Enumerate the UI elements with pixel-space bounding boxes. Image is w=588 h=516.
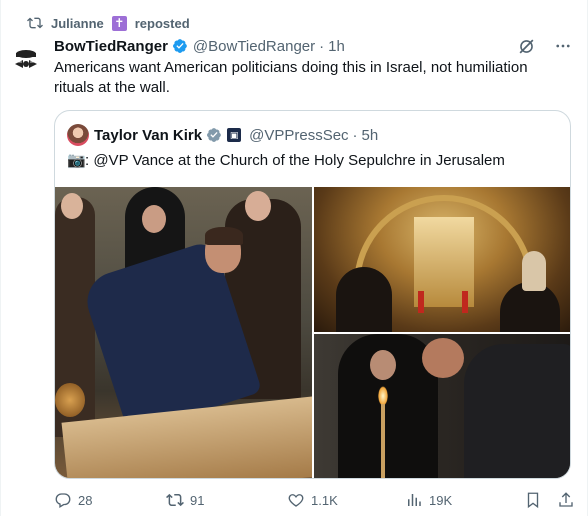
repost-button[interactable]: 91 [166,491,204,509]
repost-user[interactable]: Julianne [51,16,104,31]
post-time[interactable]: 1h [328,38,345,55]
quoted-author-handle[interactable]: @VPPressSec [249,127,348,144]
man-head [422,338,464,378]
clergy-face [370,350,396,380]
heart-icon [288,494,304,507]
priest-face [142,205,166,233]
vance-hair [205,227,243,245]
reply-count: 28 [78,492,93,508]
camera-emoji-icon: 📷 [67,152,86,169]
author-name[interactable]: BowTiedRanger [54,38,168,55]
candle-right [462,291,468,313]
candle-stick [381,404,385,478]
man-suit [464,344,570,478]
quoted-author-avatar[interactable] [67,124,89,146]
person-left-silhouette [336,267,392,332]
more-options-icon[interactable] [554,37,572,55]
post-text: Americans want American politicians doin… [54,59,528,96]
author-avatar[interactable] [11,44,41,74]
quoted-header: Taylor Van Kirk ▣ @VPPressSec · 5h [67,124,378,146]
post-header: BowTiedRanger @BowTiedRanger · 1h [54,36,572,56]
photo-vance-touching-stone[interactable] [55,187,312,478]
like-count: 1.1K [311,492,338,508]
quoted-author-name[interactable]: Taylor Van Kirk [94,127,202,144]
candle-flame [378,386,388,406]
quoted-time[interactable]: 5h [362,127,379,144]
analytics-icon [408,494,421,506]
repost-icon [27,17,43,29]
reply-button[interactable]: 28 [54,491,92,509]
grok-icon[interactable] [517,37,536,56]
quoted-text: 📷: @VP Vance at the Church of the Holy S… [67,151,505,171]
quoted-post[interactable]: Taylor Van Kirk ▣ @VPPressSec · 5h 📷: @V… [54,110,571,479]
photo-altar[interactable] [314,187,570,332]
bookmark-button[interactable] [524,491,542,509]
repost-indicator: Julianne ✝ reposted [27,13,190,33]
reply-icon [55,493,71,508]
monk-right-face [245,191,271,221]
share-button[interactable] [557,491,575,509]
action-bar: 28 91 1.1K 19K [54,490,574,510]
gray-verified-badge-icon [207,128,221,142]
view-count: 19K [429,492,453,508]
quoted-text-body: : @VP Vance at the Church of the Holy Se… [85,152,505,169]
repost-action-icon [166,493,184,507]
government-affiliation-icon: ▣ [227,128,242,142]
quoted-separator-dot: · [352,126,358,144]
repost-count: 91 [190,492,205,508]
lamp [55,383,85,417]
author-handle[interactable]: @BowTiedRanger [193,38,315,55]
candle-left [418,291,424,313]
views-button[interactable]: 19K [405,491,452,509]
repost-label: reposted [134,15,190,31]
photo-candle-clergy[interactable] [314,334,570,478]
share-icon [559,492,573,507]
statue [522,251,546,291]
separator-dot: · [319,37,325,55]
verified-badge-icon [172,39,187,53]
bookmark-icon [527,492,539,509]
bowtie-avatar-icon [15,50,37,68]
post-card[interactable]: Julianne ✝ reposted BowTiedRanger @BowTi… [0,0,588,516]
media-grid [55,187,570,478]
monk-left-face [61,193,83,219]
cross-emoji-icon: ✝ [111,15,127,31]
like-button[interactable]: 1.1K [287,491,338,509]
